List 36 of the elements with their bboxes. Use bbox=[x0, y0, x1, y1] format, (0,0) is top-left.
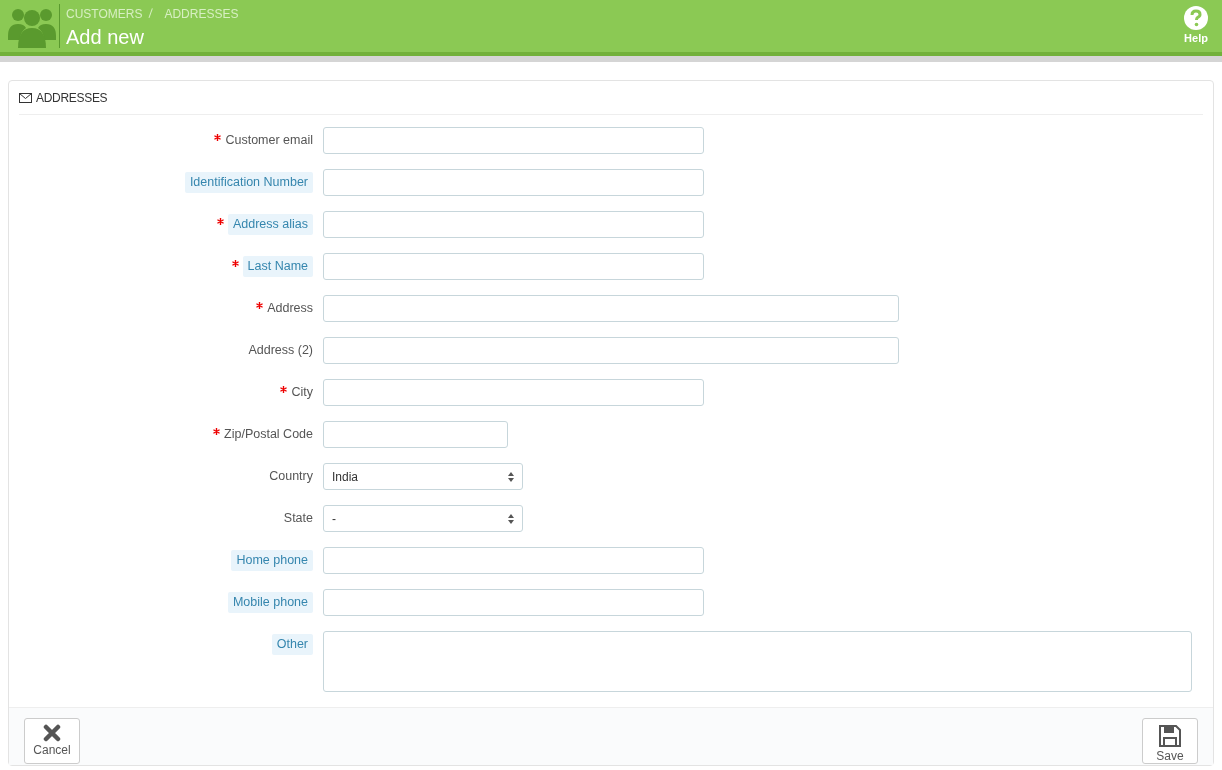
field-label: Address (2) bbox=[248, 342, 313, 360]
envelope-icon bbox=[19, 92, 32, 103]
input-field[interactable] bbox=[323, 211, 704, 238]
close-icon bbox=[43, 724, 61, 742]
field-label: Last Name bbox=[242, 256, 313, 277]
help-icon bbox=[1184, 6, 1208, 30]
field-label: Home phone bbox=[231, 550, 313, 571]
input-field[interactable] bbox=[323, 337, 899, 364]
field-label: Other bbox=[271, 634, 313, 655]
input-field[interactable] bbox=[323, 421, 508, 448]
users-icon bbox=[8, 6, 56, 48]
field-label: Country bbox=[269, 468, 313, 486]
dropdown[interactable]: - bbox=[323, 505, 523, 532]
text-area[interactable] bbox=[323, 631, 1192, 692]
field-label: Address bbox=[267, 300, 313, 318]
save-button[interactable]: Save bbox=[1142, 718, 1198, 764]
input-field[interactable] bbox=[323, 589, 704, 616]
field-label: Customer email bbox=[225, 132, 313, 150]
sort-arrows-icon bbox=[508, 471, 514, 482]
input-field[interactable] bbox=[323, 547, 704, 574]
input-field[interactable] bbox=[323, 253, 704, 280]
field-label: State bbox=[283, 510, 313, 528]
cancel-button[interactable]: Cancel bbox=[24, 718, 80, 764]
dropdown[interactable]: India bbox=[323, 463, 523, 490]
page-title: Add new bbox=[66, 25, 145, 50]
input-field[interactable] bbox=[323, 295, 899, 322]
field-label: Zip/Postal Code bbox=[224, 426, 313, 444]
sort-arrows-icon bbox=[508, 513, 514, 524]
input-field[interactable] bbox=[323, 379, 704, 406]
field-label: Identification Number bbox=[184, 172, 313, 193]
panel-title: ADDRESSES bbox=[36, 89, 108, 107]
field-label: City bbox=[291, 384, 313, 402]
field-label: Address alias bbox=[227, 214, 313, 235]
input-field[interactable] bbox=[323, 127, 704, 154]
field-label: Mobile phone bbox=[227, 592, 313, 613]
input-field[interactable] bbox=[323, 169, 704, 196]
